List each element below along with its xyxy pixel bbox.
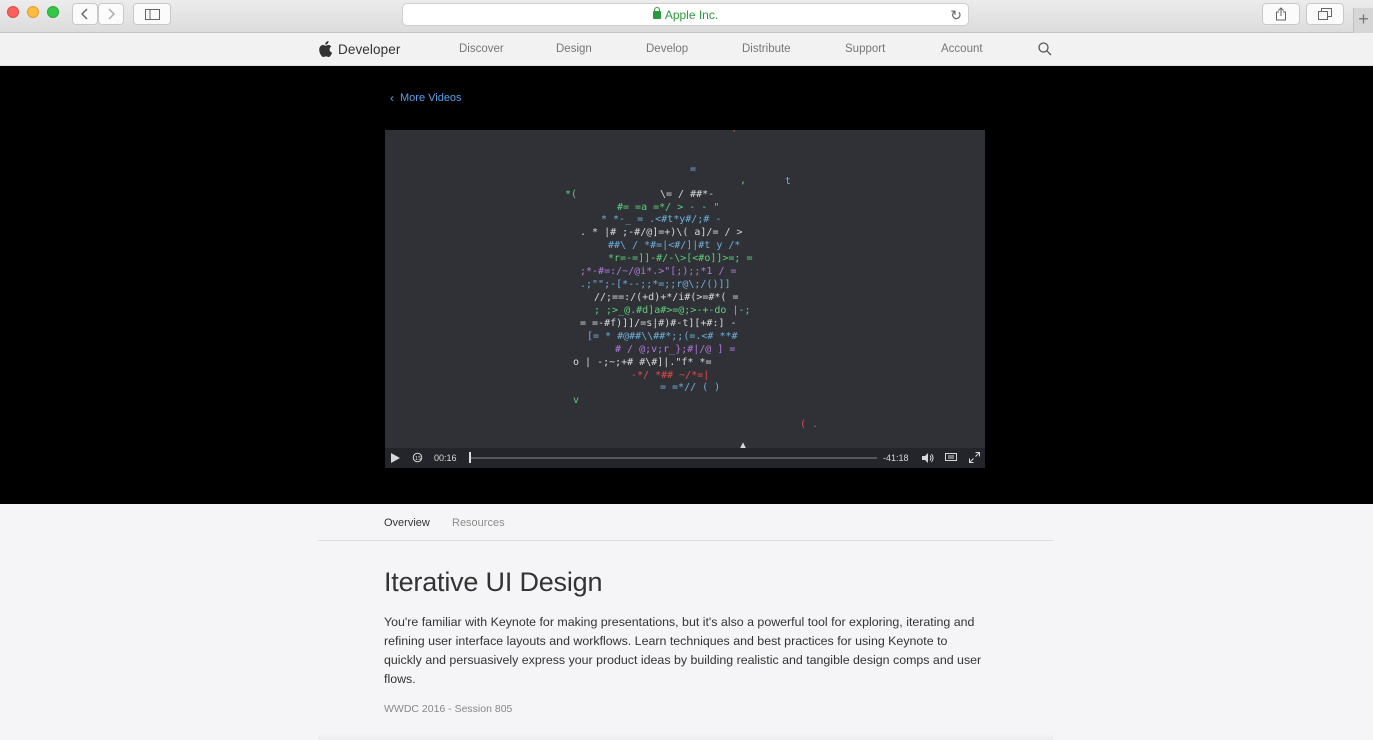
share-icon <box>1276 7 1286 21</box>
nav-account[interactable]: Account <box>941 43 983 55</box>
nav-support[interactable]: Support <box>845 43 885 55</box>
nav-discover[interactable]: Discover <box>459 43 504 55</box>
tab-overview[interactable]: Overview <box>384 517 430 529</box>
browser-toolbar: Apple Inc. ↻ + <box>0 0 1373 33</box>
svg-text:▲: ▲ <box>740 440 746 448</box>
session-tabs: Overview Resources <box>318 504 1053 541</box>
svg-text:t: t <box>785 176 791 187</box>
tabs-overview-button[interactable] <box>1306 3 1344 25</box>
svg-text://;==:/(+d)+*/i#(>=#*( =: //;==:/(+d)+*/i#(>=#*( = <box>594 292 739 303</box>
svg-text:; ;>_@.#d]a#>=@;>-+-do |-;: ; ;>_@.#d]a#>=@;>-+-do |-; <box>594 305 751 316</box>
minimize-window-button[interactable] <box>27 6 39 18</box>
content-divider <box>318 734 1053 740</box>
play-icon[interactable] <box>391 453 400 463</box>
elapsed-time: 00:16 <box>434 453 457 463</box>
brand-label: Developer <box>338 41 401 57</box>
search-icon[interactable] <box>1038 42 1052 56</box>
svg-text:.;"";-[*--;;*=;;r@\;/()]]: .;"";-[*--;;*=;;r@\;/()]] <box>580 279 731 290</box>
sidebar-button[interactable] <box>133 3 171 25</box>
svg-text:*(: *( <box>565 189 577 200</box>
nav-develop[interactable]: Develop <box>646 43 688 55</box>
svg-text:=: = <box>690 164 696 175</box>
video-player[interactable]: · = , t *( \= / ##*- #= =a =*/ > - - " *… <box>385 130 985 468</box>
svg-text:v: v <box>573 395 579 406</box>
chevron-left-icon: ‹ <box>390 91 394 105</box>
forward-button[interactable] <box>98 3 124 25</box>
svg-text:\= / ##*-: \= / ##*- <box>660 189 714 200</box>
session-meta: WWDC 2016 - Session 805 <box>384 703 513 715</box>
new-tab-icon[interactable]: + <box>1353 8 1373 33</box>
more-videos-label: More Videos <box>400 92 462 104</box>
developer-brand[interactable]: Developer <box>318 41 400 57</box>
address-text: Apple Inc. <box>664 8 719 22</box>
svg-text:,: , <box>740 175 746 186</box>
nav-design[interactable]: Design <box>556 43 592 55</box>
svg-text:. * |# ;-#/@]=+)\( a]/= /: . * |# ;-#/@]=+)\( a]/= / > <box>580 227 743 238</box>
skip-back-icon[interactable]: 15 <box>412 452 423 463</box>
video-controls: 15 00:16 -41:18 <box>385 448 985 468</box>
video-section: ‹ More Videos · = , t *( \= / ##*- #= =a… <box>0 66 1373 504</box>
svg-text:= =*// ( ): = =*// ( ) <box>660 382 720 393</box>
site-navigation: Developer Discover Design Develop Distri… <box>0 33 1373 66</box>
tab-resources[interactable]: Resources <box>452 517 505 529</box>
forward-icon <box>108 8 115 20</box>
svg-text:( .: ( . <box>800 419 818 430</box>
svg-text:# / @;v;r_};#|/@ ] =: # / @;v;r_};#|/@ ] = <box>615 344 735 355</box>
volume-icon[interactable] <box>922 453 934 463</box>
share-button[interactable] <box>1262 3 1300 25</box>
svg-text:*r=-=]]-#/-\>[<#o]]>=; =: *r=-=]]-#/-\>[<#o]]>=; = <box>608 253 753 264</box>
remaining-time: -41:18 <box>883 453 909 463</box>
lock-icon <box>652 7 661 19</box>
reload-icon[interactable]: ↻ <box>950 7 962 23</box>
sidebar-icon <box>144 8 160 20</box>
svg-text:* *-_ = .<#t*y#/;# -: * *-_ = .<#t*y#/;# - <box>601 214 721 225</box>
airplay-icon[interactable] <box>945 453 957 463</box>
apple-logo-icon <box>319 41 332 57</box>
svg-text:;*-#=:/~/@i*.>"[;);;*1 / =: ;*-#=:/~/@i*.>"[;);;*1 / = <box>580 266 737 277</box>
zoom-window-button[interactable] <box>47 6 59 18</box>
page-title: Iterative UI Design <box>384 567 603 597</box>
svg-text:##\ / *#=|<#/]|#t y /*: ##\ / *#=|<#/]|#t y /* <box>608 240 740 251</box>
tabs-icon <box>1318 8 1332 20</box>
scrubber-handle[interactable] <box>469 452 471 463</box>
svg-text:o | -;~;+# #\#]|."f* *=: o | -;~;+# #\#]|."f* *= <box>573 357 711 368</box>
more-videos-link[interactable]: ‹ More Videos <box>390 91 462 105</box>
svg-text:15: 15 <box>415 456 421 462</box>
svg-text:#= =a =*/ > - - ": #= =a =*/ > - - " <box>617 202 719 213</box>
back-button[interactable] <box>72 3 98 25</box>
nav-distribute[interactable]: Distribute <box>742 43 791 55</box>
svg-text:= =-#f)]]/=s|#)#-t][+#:] -: = =-#f)]]/=s|#)#-t][+#:] - <box>580 318 737 329</box>
fullscreen-icon[interactable] <box>969 452 980 463</box>
close-window-button[interactable] <box>7 6 19 18</box>
svg-text:-*/ *## ~/*=|: -*/ *## ~/*=| <box>631 370 709 381</box>
address-bar[interactable]: Apple Inc. ↻ <box>402 3 969 26</box>
scrubber-track[interactable] <box>471 457 877 459</box>
back-icon <box>81 8 88 20</box>
svg-text:[= * #@##\\##*;;(=.<# **#: [= * #@##\\##*;;(=.<# **# <box>587 331 738 342</box>
svg-text:·: · <box>731 130 737 137</box>
session-description: You're familiar with Keynote for making … <box>384 615 982 686</box>
video-frame-art: · = , t *( \= / ##*- #= =a =*/ > - - " *… <box>565 130 818 448</box>
